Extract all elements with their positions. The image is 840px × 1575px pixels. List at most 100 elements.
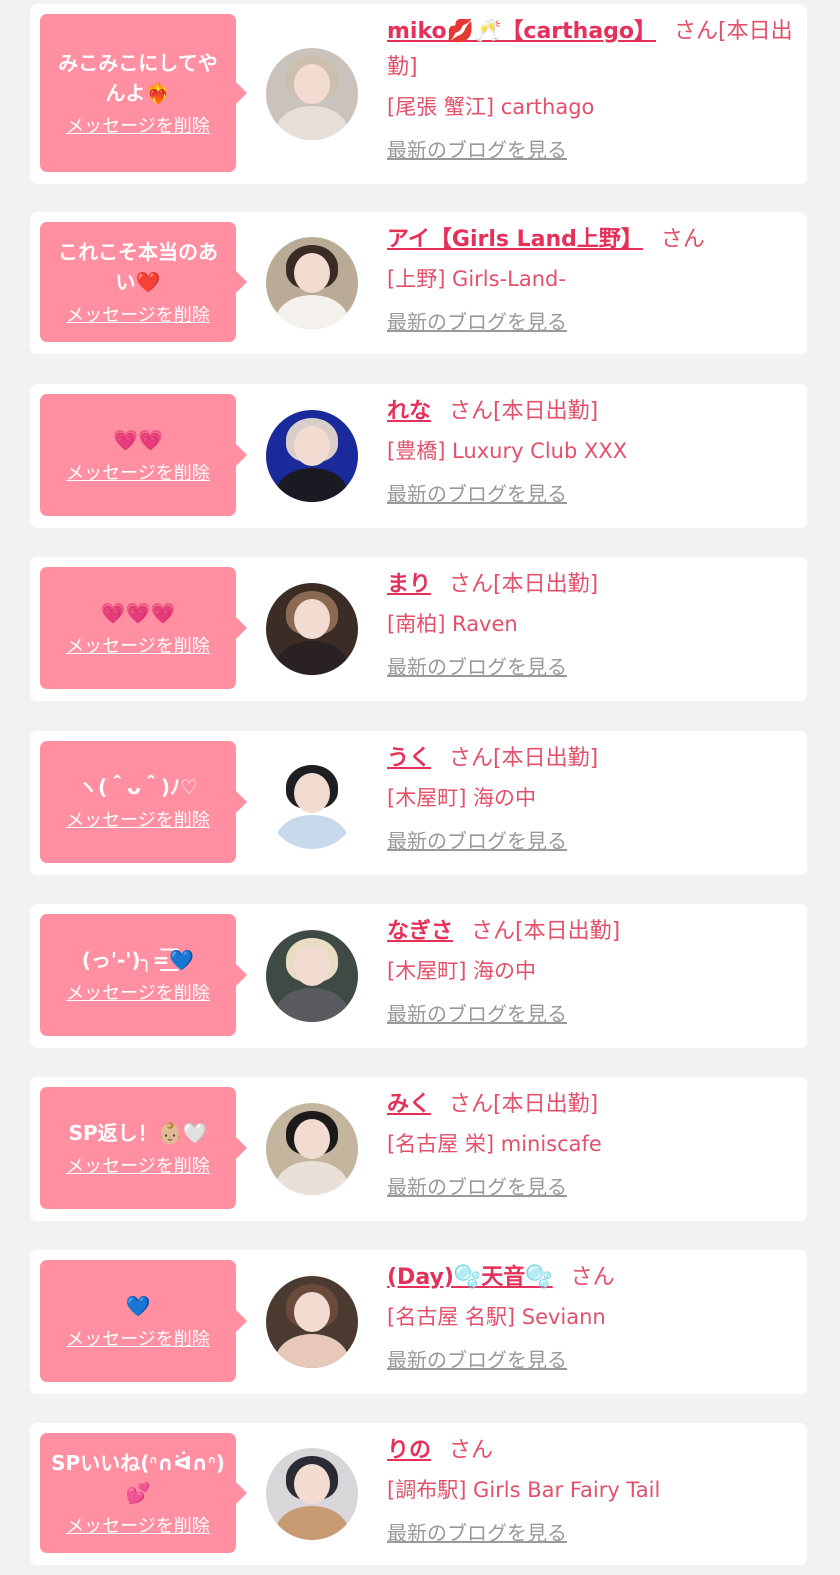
message-text: 💗💗💗 bbox=[100, 601, 176, 625]
attendance-status: [本日出勤] bbox=[493, 572, 599, 597]
honorific: さん bbox=[570, 1265, 615, 1290]
cast-info: みく さん[本日出勤] [名古屋 栄] miniscafe 最新のブログを見る bbox=[387, 1087, 793, 1200]
shop-name: [名古屋 名駅] Seviann bbox=[387, 1305, 606, 1329]
honorific: さん bbox=[449, 572, 494, 597]
favorite-card: 💗💗💗 メッセージを削除 まり さん[本日出勤] [南柏] Raven 最新のブログを見る bbox=[30, 557, 807, 701]
message-list: みこみこにしてやんよ❤️‍🔥 メッセージを削除 miko💋🥂【carthago】 さん… bbox=[0, 0, 840, 1575]
delete-message-link[interactable]: メッセージを削除 bbox=[66, 1512, 210, 1538]
avatar-body bbox=[276, 641, 348, 675]
cast-name-link[interactable]: みく bbox=[387, 1092, 431, 1117]
cast-info: アイ【Girls Land上野】 さん [上野] Girls-Land- 最新のブログ… bbox=[387, 222, 793, 335]
message-text: SP返し！👶🏼🤍 bbox=[68, 1121, 208, 1145]
delete-message-link[interactable]: メッセージを削除 bbox=[66, 632, 210, 658]
avatar-face bbox=[294, 599, 330, 639]
cast-info: (Day)🫧天音🫧 さん [名古屋 名駅] Seviann 最新のブログを見る bbox=[387, 1260, 793, 1373]
shop-name: [上野] Girls-Land- bbox=[387, 267, 566, 291]
shop-name: [尾張 蟹江] carthago bbox=[387, 95, 595, 119]
message-text: (っ'-')╮=͟͟͞͞💙 bbox=[81, 948, 195, 972]
cast-name-link[interactable]: まり bbox=[387, 572, 431, 597]
message-bubble: 💗💗💗 メッセージを削除 bbox=[40, 567, 247, 689]
avatar-face bbox=[294, 773, 330, 813]
shop-name: [名古屋 栄] miniscafe bbox=[387, 1132, 602, 1156]
avatar-face bbox=[294, 1464, 330, 1504]
avatar[interactable] bbox=[266, 1448, 358, 1540]
name-line: (Day)🫧天音🫧 さん bbox=[387, 1260, 793, 1296]
latest-blog-link[interactable]: 最新のブログを見る bbox=[387, 1517, 567, 1546]
message-text: ヽ(＾ᴗ＾)ﾉ♡ bbox=[78, 775, 198, 799]
avatar-face bbox=[294, 426, 330, 466]
honorific: さん bbox=[660, 227, 705, 252]
avatar[interactable] bbox=[266, 930, 358, 1022]
latest-blog-link[interactable]: 最新のブログを見る bbox=[387, 1344, 567, 1373]
delete-message-link[interactable]: メッセージを削除 bbox=[66, 301, 210, 327]
avatar-body bbox=[276, 1334, 348, 1368]
message-text: SPいいね(ᐢ∩ᐛ∩ᐢ)💕 bbox=[51, 1451, 225, 1505]
delete-message-link[interactable]: メッセージを削除 bbox=[66, 979, 210, 1005]
name-line: れな さん[本日出勤] bbox=[387, 394, 793, 430]
cast-info: なぎさ さん[本日出勤] [木屋町] 海の中 最新のブログを見る bbox=[387, 914, 793, 1027]
cast-info: うく さん[本日出勤] [木屋町] 海の中 最新のブログを見る bbox=[387, 741, 793, 854]
avatar[interactable] bbox=[266, 237, 358, 329]
message-bubble: ヽ(＾ᴗ＾)ﾉ♡ メッセージを削除 bbox=[40, 741, 247, 863]
favorite-card: SP返し！👶🏼🤍 メッセージを削除 みく さん[本日出勤] [名古屋 栄] minisc… bbox=[30, 1077, 807, 1221]
cast-name-link[interactable]: なぎさ bbox=[387, 919, 453, 944]
cast-name-link[interactable]: アイ【Girls Land上野】 bbox=[387, 227, 643, 252]
avatar[interactable] bbox=[266, 757, 358, 849]
cast-name-link[interactable]: miko💋🥂【carthago】 bbox=[387, 19, 656, 44]
latest-blog-link[interactable]: 最新のブログを見る bbox=[387, 478, 567, 507]
message-bubble: SPいいね(ᐢ∩ᐛ∩ᐢ)💕 メッセージを削除 bbox=[40, 1433, 247, 1553]
latest-blog-link[interactable]: 最新のブログを見る bbox=[387, 651, 567, 680]
cast-info: miko💋🥂【carthago】 さん[本日出勤] [尾張 蟹江] carthago… bbox=[387, 14, 793, 163]
message-bubble: これこそ本当のあい❤️ メッセージを削除 bbox=[40, 222, 247, 342]
message-bubble: (っ'-')╮=͟͟͞͞💙 メッセージを削除 bbox=[40, 914, 247, 1036]
name-line: アイ【Girls Land上野】 さん bbox=[387, 222, 793, 258]
avatar-body bbox=[276, 988, 348, 1022]
latest-blog-link[interactable]: 最新のブログを見る bbox=[387, 1171, 567, 1200]
shop-name: [南柏] Raven bbox=[387, 612, 518, 636]
delete-message-link[interactable]: メッセージを削除 bbox=[66, 1152, 210, 1178]
favorite-card: 💗💗 メッセージを削除 れな さん[本日出勤] [豊橋] Luxury Club XXX… bbox=[30, 384, 807, 528]
attendance-status: [本日出勤] bbox=[515, 919, 621, 944]
favorite-card: 💙 メッセージを削除 (Day)🫧天音🫧 さん [名古屋 名駅] Seviann 最新のブ… bbox=[30, 1250, 807, 1394]
favorite-card: これこそ本当のあい❤️ メッセージを削除 アイ【Girls Land上野】 さん [上野… bbox=[30, 212, 807, 354]
avatar-body bbox=[276, 106, 348, 140]
latest-blog-link[interactable]: 最新のブログを見る bbox=[387, 134, 567, 163]
latest-blog-link[interactable]: 最新のブログを見る bbox=[387, 998, 567, 1027]
favorite-card: ヽ(＾ᴗ＾)ﾉ♡ メッセージを削除 うく さん[本日出勤] [木屋町] 海の中 最新のブロ… bbox=[30, 731, 807, 875]
message-bubble: 💙 メッセージを削除 bbox=[40, 1260, 247, 1382]
cast-name-link[interactable]: れな bbox=[387, 399, 431, 424]
avatar[interactable] bbox=[266, 583, 358, 675]
honorific: さん bbox=[449, 1438, 494, 1463]
shop-name: [調布駅] Girls Bar Fairy Tail bbox=[387, 1478, 661, 1502]
avatar[interactable] bbox=[266, 48, 358, 140]
attendance-status: [本日出勤] bbox=[493, 746, 599, 771]
avatar-face bbox=[294, 1292, 330, 1332]
cast-name-link[interactable]: うく bbox=[387, 746, 431, 771]
delete-message-link[interactable]: メッセージを削除 bbox=[66, 459, 210, 485]
avatar[interactable] bbox=[266, 410, 358, 502]
honorific: さん bbox=[449, 399, 494, 424]
delete-message-link[interactable]: メッセージを削除 bbox=[66, 806, 210, 832]
favorite-card: SPいいね(ᐢ∩ᐛ∩ᐢ)💕 メッセージを削除 りの さん [調布駅] Girls Bar… bbox=[30, 1423, 807, 1565]
delete-message-link[interactable]: メッセージを削除 bbox=[66, 112, 210, 138]
avatar-face bbox=[294, 64, 330, 104]
honorific: さん bbox=[449, 1092, 494, 1117]
message-text: 💙 bbox=[125, 1294, 151, 1318]
name-line: みく さん[本日出勤] bbox=[387, 1087, 793, 1123]
avatar-face bbox=[294, 946, 330, 986]
name-line: りの さん bbox=[387, 1433, 793, 1469]
message-text: みこみこにしてやんよ❤️‍🔥 bbox=[58, 51, 218, 105]
avatar[interactable] bbox=[266, 1103, 358, 1195]
message-bubble: 💗💗 メッセージを削除 bbox=[40, 394, 247, 516]
cast-name-link[interactable]: りの bbox=[387, 1438, 431, 1463]
name-line: miko💋🥂【carthago】 さん[本日出勤] bbox=[387, 14, 793, 86]
cast-name-link[interactable]: (Day)🫧天音🫧 bbox=[387, 1265, 553, 1290]
attendance-status: [本日出勤] bbox=[493, 1092, 599, 1117]
honorific: さん bbox=[449, 746, 494, 771]
delete-message-link[interactable]: メッセージを削除 bbox=[66, 1325, 210, 1351]
latest-blog-link[interactable]: 最新のブログを見る bbox=[387, 306, 567, 335]
latest-blog-link[interactable]: 最新のブログを見る bbox=[387, 825, 567, 854]
avatar-body bbox=[276, 1506, 348, 1540]
honorific: さん bbox=[674, 19, 719, 44]
avatar[interactable] bbox=[266, 1276, 358, 1368]
